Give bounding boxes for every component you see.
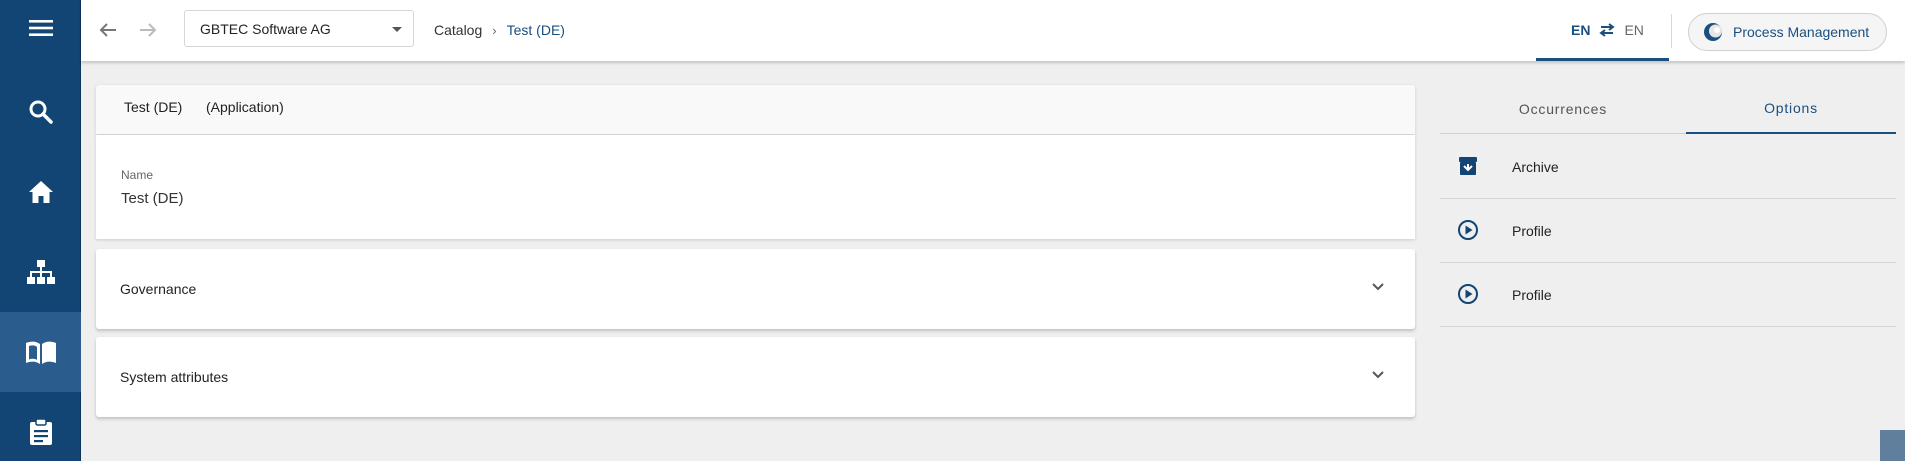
breadcrumb-separator: › <box>492 22 497 38</box>
process-management-label: Process Management <box>1733 24 1870 40</box>
breadcrumb-catalog[interactable]: Catalog <box>434 22 482 38</box>
language-underline <box>1536 58 1669 61</box>
top-bar: GBTEC Software AG Catalog › Test (DE) EN… <box>81 0 1905 61</box>
option-archive[interactable]: Archive <box>1440 135 1896 199</box>
swap-icon <box>1599 23 1616 37</box>
name-field-card: Name Test (DE) <box>96 135 1415 239</box>
sidebar-item-hierarchy[interactable] <box>0 232 81 312</box>
sidebar-item-catalog[interactable] <box>0 312 81 392</box>
sidebar-item-tasks[interactable] <box>0 392 81 461</box>
book-icon <box>25 341 56 364</box>
language-switcher: EN EN <box>1571 22 1644 38</box>
option-profile-label: Profile <box>1512 287 1552 303</box>
name-field-value: Test (DE) <box>121 190 184 207</box>
hierarchy-icon <box>26 260 55 284</box>
arrow-right-icon <box>140 23 157 37</box>
arrow-left-icon <box>99 23 116 37</box>
breadcrumb: Catalog › Test (DE) <box>434 22 565 38</box>
option-profile-2[interactable]: Profile <box>1440 263 1896 327</box>
process-management-button[interactable]: Process Management <box>1688 13 1887 51</box>
chevron-down-icon[interactable] <box>1371 282 1385 292</box>
chevron-down-icon[interactable] <box>1371 370 1385 380</box>
sidebar <box>0 0 81 461</box>
system-attributes-panel[interactable]: System attributes <box>96 337 1415 417</box>
home-icon <box>28 181 53 203</box>
company-select-value: GBTEC Software AG <box>200 21 331 37</box>
language-primary[interactable]: EN <box>1571 22 1590 38</box>
breadcrumb-current[interactable]: Test (DE) <box>507 22 565 38</box>
tab-options[interactable]: Options <box>1686 84 1896 134</box>
system-attributes-panel-title: System attributes <box>120 369 229 385</box>
object-header: Test (DE) (Application) <box>96 85 1415 134</box>
forward-button[interactable] <box>134 16 162 44</box>
menu-icon <box>28 20 53 36</box>
back-button[interactable] <box>94 16 122 44</box>
play-circle-icon <box>1457 283 1479 305</box>
option-profile-label: Profile <box>1512 223 1552 239</box>
chevron-down-icon <box>392 27 402 32</box>
sidebar-item-search[interactable] <box>0 72 81 152</box>
language-swap-button[interactable] <box>1599 23 1616 37</box>
company-select[interactable]: GBTEC Software AG <box>184 10 414 47</box>
sidebar-menu-button[interactable] <box>0 0 81 68</box>
archive-icon <box>1457 155 1479 177</box>
governance-panel[interactable]: Governance <box>96 249 1415 329</box>
process-management-logo-icon <box>1703 22 1723 42</box>
clipboard-icon <box>29 418 52 445</box>
play-circle-icon <box>1457 219 1479 241</box>
sidebar-item-home[interactable] <box>0 152 81 232</box>
governance-panel-title: Governance <box>120 281 197 297</box>
language-secondary[interactable]: EN <box>1624 22 1643 38</box>
option-profile-1[interactable]: Profile <box>1440 199 1896 263</box>
option-archive-label: Archive <box>1512 159 1559 175</box>
side-tabs: Occurrences Options <box>1440 84 1896 134</box>
scrollbar-thumb[interactable] <box>1880 430 1905 461</box>
name-field-label: Name <box>121 168 154 182</box>
tab-occurrences[interactable]: Occurrences <box>1440 84 1686 134</box>
object-type: (Application) <box>206 99 284 115</box>
topbar-divider <box>1671 14 1672 48</box>
search-icon <box>29 100 53 124</box>
object-title: Test (DE) <box>124 99 183 115</box>
